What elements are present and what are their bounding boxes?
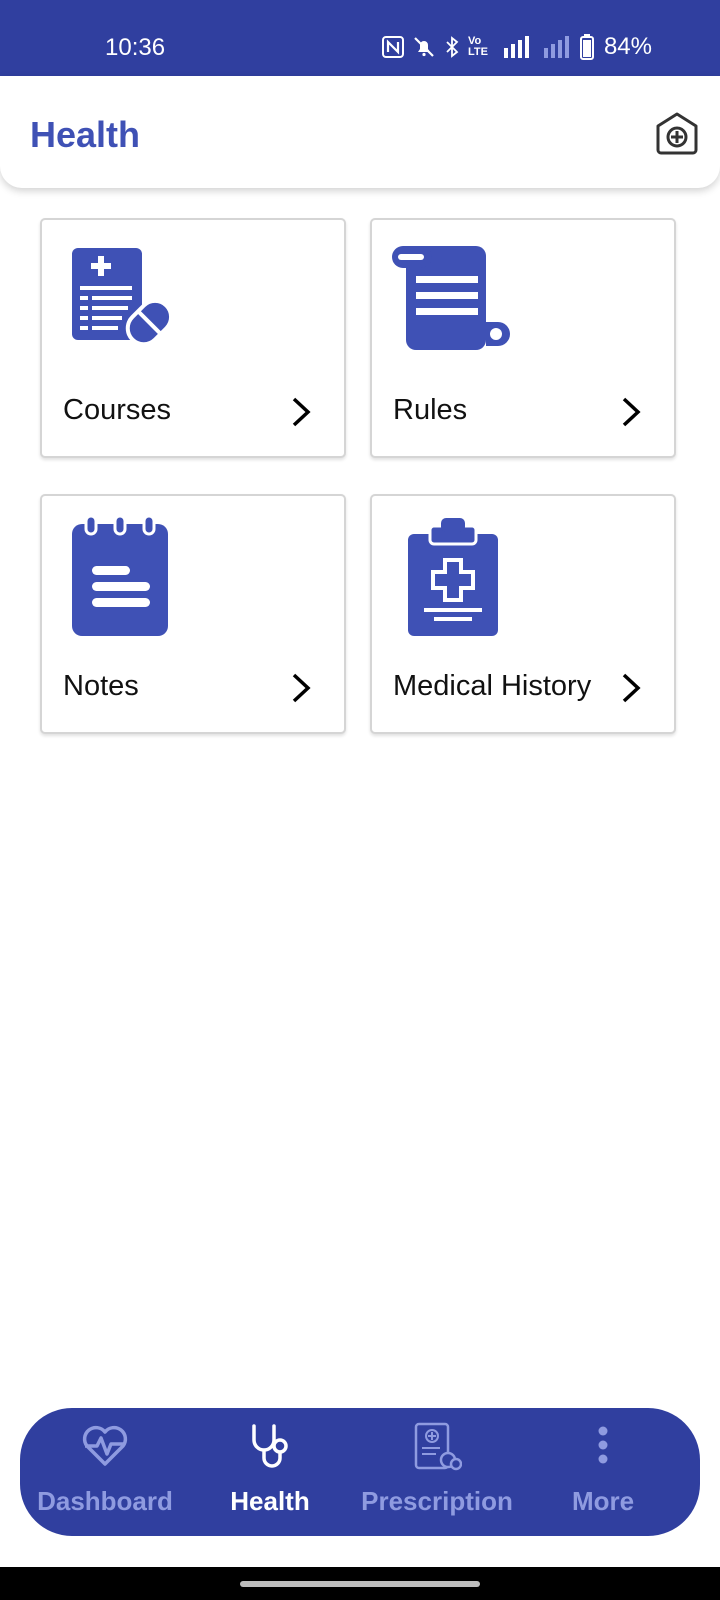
signal-5g-icon: [500, 34, 534, 60]
heart-pulse-icon: [81, 1422, 129, 1473]
card-label-rules: Rules: [393, 394, 468, 426]
home-plus-icon: [656, 112, 698, 155]
system-nav-bar: [0, 1567, 720, 1600]
card-label-courses: Courses: [63, 394, 171, 426]
chevron-right-icon: [290, 396, 312, 433]
nfc-icon: [381, 36, 404, 58]
nav-dashboard[interactable]: Dashboard: [20, 1408, 190, 1536]
bottom-nav: Dashboard Health Prescription More: [20, 1408, 700, 1536]
status-time: 10:36: [105, 34, 166, 61]
nav-label-dashboard: Dashboard: [37, 1486, 173, 1516]
more-vertical-icon: [593, 1422, 613, 1473]
chevron-right-icon: [290, 672, 312, 709]
chevron-right-icon: [620, 672, 642, 709]
bluetooth-icon: [444, 35, 460, 59]
status-icons: Vo LTE 84%: [381, 32, 652, 62]
nav-more[interactable]: More: [518, 1408, 688, 1536]
nav-label-more: More: [571, 1486, 635, 1516]
nav-health[interactable]: Health: [185, 1408, 355, 1536]
app-bar: Health: [0, 76, 720, 188]
card-label-medical-history: Medical History: [393, 670, 592, 702]
card-medical-history[interactable]: Medical History: [370, 494, 676, 734]
battery-icon: [579, 34, 594, 60]
chevron-right-icon: [620, 396, 642, 433]
nav-label-prescription: Prescription: [361, 1486, 513, 1516]
signal-icon: [542, 34, 572, 60]
prescription-icon: [412, 1422, 463, 1477]
card-notes[interactable]: Notes: [40, 494, 346, 734]
nav-prescription[interactable]: Prescription: [352, 1408, 522, 1536]
card-label-notes: Notes: [63, 670, 139, 702]
notepad-icon: [72, 514, 168, 641]
battery-percent: 84%: [603, 33, 652, 60]
stethoscope-icon: [246, 1422, 294, 1477]
volte-icon: Vo LTE: [467, 35, 488, 58]
home-gesture-handle[interactable]: [240, 1581, 480, 1587]
bell-mute-icon: [412, 35, 436, 59]
nav-label-health: Health: [230, 1486, 310, 1516]
card-rules[interactable]: Rules: [370, 218, 676, 458]
status-bar: 10:36 Vo LTE 84%: [0, 0, 720, 78]
clipboard-medical-icon: [408, 518, 498, 641]
scroll-icon: [392, 246, 514, 361]
home-plus-button[interactable]: [654, 110, 700, 156]
card-courses[interactable]: Courses: [40, 218, 346, 458]
page-title: Health: [30, 114, 141, 155]
medical-report-pill-icon: [70, 246, 180, 363]
